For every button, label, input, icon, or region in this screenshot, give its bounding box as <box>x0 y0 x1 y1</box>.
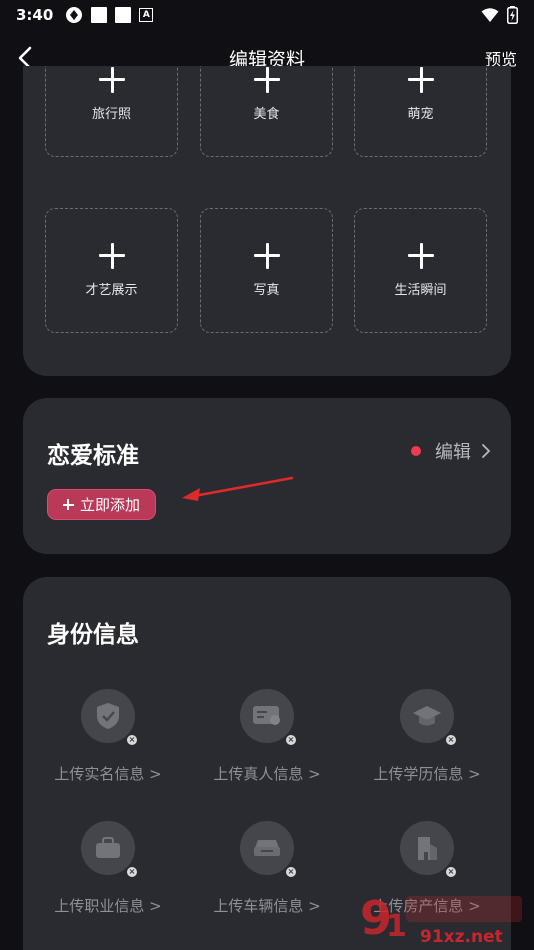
identity-icon-circle: × <box>81 821 139 879</box>
settings-notification-icon <box>66 7 83 23</box>
watermark-text: 91xz.net <box>420 927 503 947</box>
notification-square-icon <box>115 7 132 23</box>
status-time: 3:40 <box>16 6 54 24</box>
plus-icon <box>407 67 434 93</box>
status-bar: 3:40 A <box>0 0 534 30</box>
svg-text:1: 1 <box>386 909 407 944</box>
not-uploaded-badge: × <box>444 865 458 879</box>
not-uploaded-badge: × <box>284 865 298 879</box>
annotation-arrow-icon <box>182 476 294 501</box>
shield-icon <box>97 703 119 729</box>
upload-real-name-label: 上传实名信息 > <box>54 765 162 783</box>
identity-icon-circle: × <box>81 689 139 747</box>
photo-slot-food[interactable]: 美食 <box>200 66 333 157</box>
briefcase-icon <box>96 837 120 858</box>
not-uploaded-badge: × <box>444 733 458 747</box>
upload-real-name-item[interactable]: × 上传实名信息 > <box>28 689 188 784</box>
graduation-cap-icon <box>413 706 441 726</box>
photo-slot-pet[interactable]: 萌宠 <box>354 66 487 157</box>
photo-slot-label: 才艺展示 <box>85 283 138 298</box>
photo-album-card: 旅行照 美食 萌宠 才艺展示 写真 生活瞬间 <box>23 66 511 376</box>
love-standard-title: 恋爱标准 <box>47 443 139 469</box>
identity-icon-circle: × <box>400 689 458 747</box>
upload-education-item[interactable]: × 上传学历信息 > <box>347 689 507 784</box>
not-uploaded-badge: × <box>125 865 139 879</box>
love-standard-edit-link[interactable]: 编辑 <box>411 438 491 464</box>
add-now-button[interactable]: 立即添加 <box>47 489 156 520</box>
red-dot-indicator <box>411 446 421 456</box>
plus-icon <box>253 243 280 269</box>
identity-icon-circle: × <box>240 689 298 747</box>
upload-vehicle-label: 上传车辆信息 > <box>213 897 321 915</box>
notification-a-icon: A <box>139 8 154 22</box>
wifi-icon <box>481 8 499 22</box>
upload-occupation-item[interactable]: × 上传职业信息 > <box>28 821 188 916</box>
identity-icon-circle: × <box>400 821 458 879</box>
add-now-label: 立即添加 <box>79 496 140 514</box>
edit-label: 编辑 <box>435 442 471 463</box>
photo-slot-label: 写真 <box>253 283 280 298</box>
photo-slot-portrait[interactable]: 写真 <box>200 208 333 333</box>
photo-slot-life-moments[interactable]: 生活瞬间 <box>354 208 487 333</box>
photo-slot-talent[interactable]: 才艺展示 <box>45 208 178 333</box>
id-card-icon <box>253 706 280 725</box>
battery-icon <box>507 6 518 24</box>
site-watermark-logo: 9 1 91xz.net <box>360 891 522 947</box>
photo-slot-travel[interactable]: 旅行照 <box>45 66 178 157</box>
photo-slot-label: 生活瞬间 <box>394 283 447 298</box>
chevron-right-icon <box>482 444 491 458</box>
car-icon <box>254 840 280 856</box>
identity-icon-circle: × <box>240 821 298 879</box>
plus-icon <box>62 499 74 510</box>
photo-slot-label: 萌宠 <box>407 107 434 122</box>
not-uploaded-badge: × <box>284 733 298 747</box>
upload-vehicle-item[interactable]: × 上传车辆信息 > <box>187 821 347 916</box>
upload-real-person-label: 上传真人信息 > <box>213 765 321 783</box>
photo-slot-label: 美食 <box>253 107 280 122</box>
upload-occupation-label: 上传职业信息 > <box>54 897 162 915</box>
plus-icon <box>98 67 125 93</box>
photo-slot-label: 旅行照 <box>91 107 131 122</box>
plus-icon <box>253 67 280 93</box>
plus-icon <box>98 243 125 269</box>
notification-square-icon <box>91 7 108 23</box>
house-icon <box>418 837 437 860</box>
identity-info-title: 身份信息 <box>47 622 139 648</box>
upload-real-person-item[interactable]: × 上传真人信息 > <box>187 689 347 784</box>
upload-education-label: 上传学历信息 > <box>373 765 481 783</box>
not-uploaded-badge: × <box>125 733 139 747</box>
plus-icon <box>407 243 434 269</box>
notification-icons: A <box>65 6 154 24</box>
